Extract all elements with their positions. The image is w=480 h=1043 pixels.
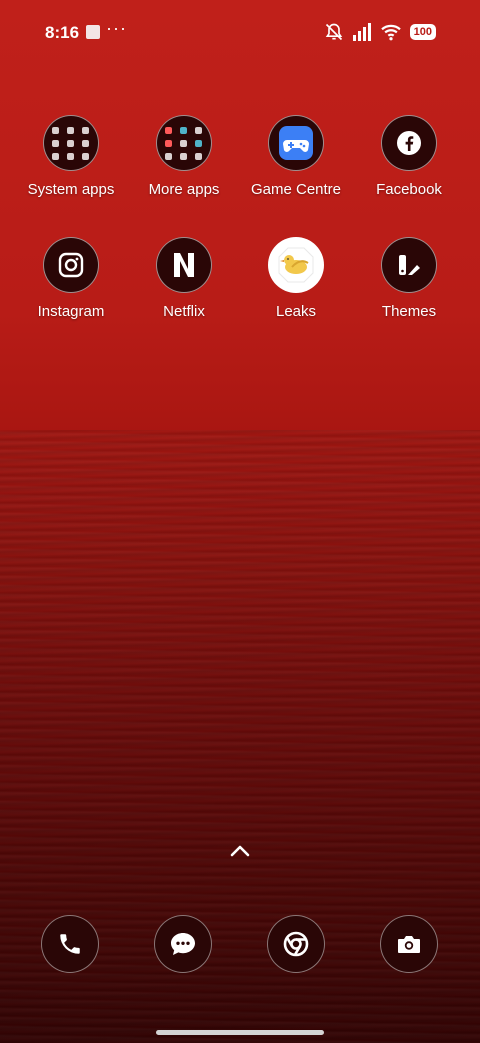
app-more-apps[interactable]: More apps [129,115,239,198]
phone-icon [60,934,80,954]
folder-icon [156,115,212,171]
app-facebook[interactable]: Facebook [354,115,464,198]
chrome-icon [283,931,309,957]
wifi-icon [380,24,401,41]
status-bar: 8:16 ··· 100 [0,0,480,64]
app-netflix[interactable]: Netflix [129,237,239,320]
app-label: Instagram [37,303,105,320]
leaks-bird-icon [268,237,324,293]
app-system-apps[interactable]: System apps [16,115,126,198]
facebook-icon [381,115,437,171]
app-label: Facebook [376,181,442,198]
game-controller-icon [268,115,324,171]
silent-mode-icon [325,23,342,41]
chevron-up-icon[interactable] [229,843,251,859]
clock: 8:16 [45,23,80,42]
dock-camera[interactable] [380,915,438,973]
dock-chrome[interactable] [267,915,325,973]
notification-overflow: ··· [106,18,127,38]
battery-icon: 100 [409,24,436,40]
app-label: System apps [27,181,115,198]
app-game-centre[interactable]: Game Centre [241,115,351,198]
gesture-nav-bar[interactable] [156,1030,324,1035]
signal-icon [352,23,371,41]
app-label: Game Centre [250,181,342,198]
app-label: Themes [381,303,437,320]
app-leaks[interactable]: Leaks [241,237,351,320]
camera-icon [398,936,420,953]
app-label: Netflix [163,303,205,320]
app-themes[interactable]: Themes [354,237,464,320]
app-instagram[interactable]: Instagram [16,237,126,320]
dock-phone[interactable] [41,915,99,973]
folder-icon [43,115,99,171]
themes-icon [381,237,437,293]
messages-icon [171,933,195,955]
dock-messages[interactable] [154,915,212,973]
netflix-icon [156,237,212,293]
app-label: Leaks [275,303,317,320]
media-stop-icon [86,25,100,39]
app-label: More apps [148,181,220,198]
instagram-icon [43,237,99,293]
